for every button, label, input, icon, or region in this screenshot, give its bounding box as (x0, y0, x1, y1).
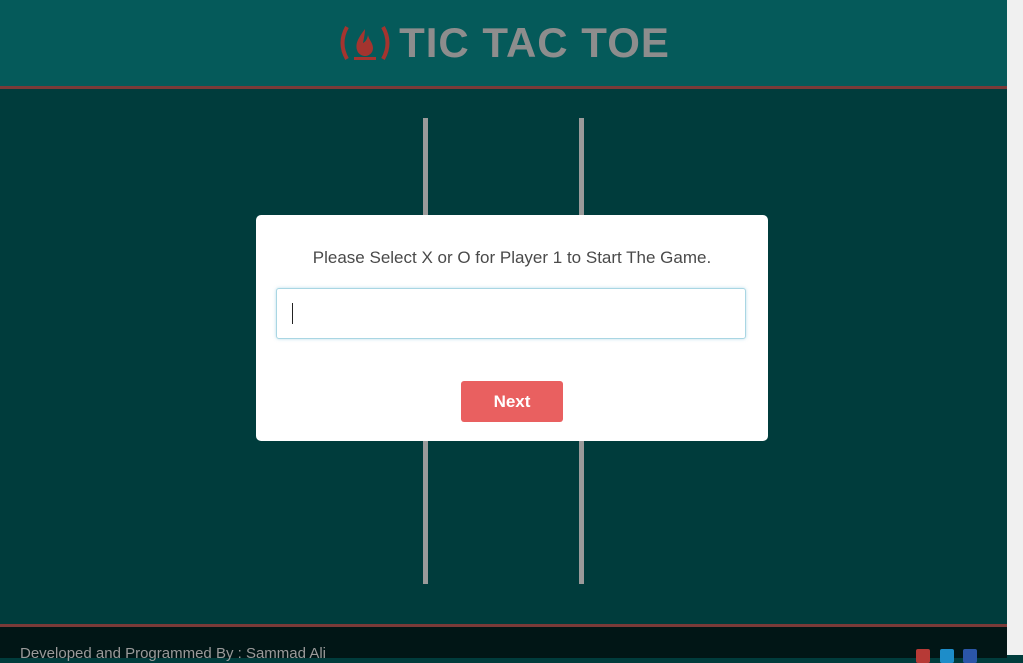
facebook-icon[interactable] (963, 649, 977, 663)
next-button[interactable]: Next (461, 381, 563, 422)
fire-icon (340, 26, 390, 60)
header: TIC TAC TOE (0, 0, 1007, 89)
player-symbol-input[interactable] (276, 288, 746, 339)
page-scrollbar[interactable] (1007, 0, 1023, 655)
footer: Developed and Programmed By : Sammad Ali (0, 624, 1007, 663)
text-caret (292, 303, 293, 324)
player-select-dialog: Please Select X or O for Player 1 to Sta… (256, 215, 768, 441)
game-title: TIC TAC TOE (399, 19, 670, 66)
google-plus-icon[interactable] (916, 649, 930, 663)
dialog-message: Please Select X or O for Player 1 to Sta… (312, 248, 712, 267)
footer-credit: Developed and Programmed By : Sammad Ali (20, 645, 326, 662)
twitter-icon[interactable] (940, 649, 954, 663)
